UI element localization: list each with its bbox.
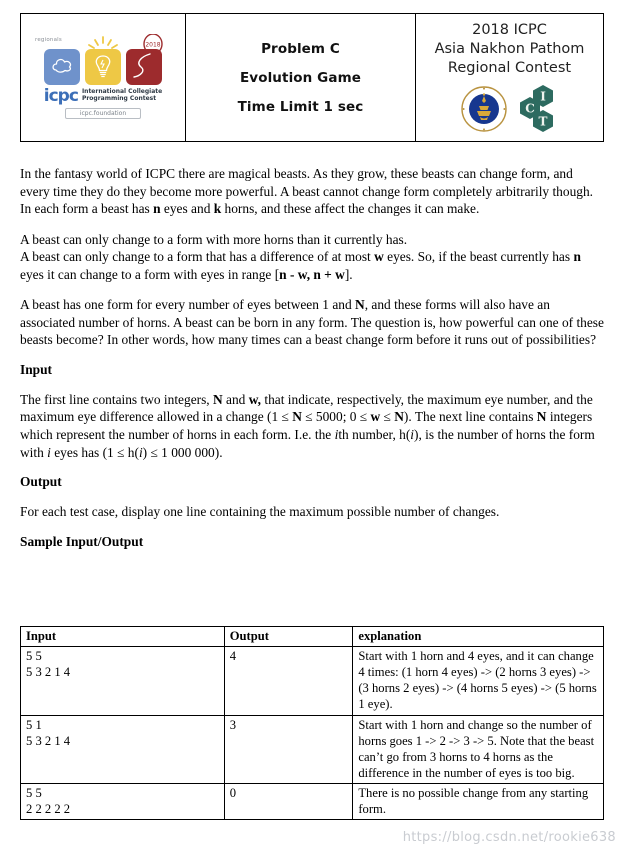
contest-title: 2018 ICPC Asia Nakhon Pathom Regional Co… [435, 21, 585, 79]
var-N: N [355, 297, 365, 313]
input-text-f: ). The next line contains [403, 409, 537, 425]
paragraph-output-spec: For each test case, display one line con… [20, 504, 500, 520]
watermark: https://blog.csdn.net/rookie638 [402, 830, 616, 845]
input-text-d: ≤ 5000; 0 ≤ [301, 409, 371, 425]
column-header-output: Output [223, 625, 354, 648]
cloud-tile [44, 48, 80, 85]
cell-output: 0 [223, 782, 354, 821]
header-contest-cell: 2018 ICPC Asia Nakhon Pathom Regional Co… [416, 14, 603, 141]
var-w: w [374, 249, 384, 265]
swirl-tile [126, 48, 162, 85]
var-w-input: w, [248, 391, 261, 407]
input-text-l: ) ≤ 1 000 000). [142, 444, 223, 460]
time-limit: Time Limit 1 sec [237, 98, 364, 115]
cell-input: 5 5 5 3 2 1 4 [20, 646, 225, 716]
section-heading-output: Output [20, 474, 62, 490]
cell-explanation: Start with 1 horn and change so the numb… [352, 714, 604, 784]
paragraph-question: A beast has one form for every number of… [20, 296, 604, 349]
sample-io-table: Input Output explanation 5 5 5 3 2 1 4 4… [20, 625, 604, 821]
balloon-string-icon [133, 52, 151, 78]
question-text-a: A beast has one form for every number of… [20, 297, 356, 313]
contest-title-line3: Regional Contest [447, 60, 572, 77]
var-n-2: n [573, 249, 581, 265]
input-text-b: and [222, 391, 249, 407]
rule-line-2a: A beast can only change to a form that h… [20, 249, 375, 265]
cell-explanation: Start with 1 horn and 4 eyes, and it can… [352, 646, 604, 716]
header-logo-cell: regionals 2018 icpc International Colleg… [21, 14, 186, 141]
input-text-e: ≤ [380, 409, 395, 425]
input-text-h: th number, h( [338, 427, 411, 443]
ict-logo-icon: I C T [519, 85, 553, 133]
cell-input: 5 5 2 2 2 2 2 [20, 782, 225, 821]
icpc-subtitle-line2: Programming Contest [81, 95, 157, 102]
table-row: 5 5 2 2 2 2 2 0 There is no possible cha… [20, 782, 604, 821]
icpc-regionals-logo: regionals 2018 icpc International Colleg… [29, 32, 177, 119]
rule-line-2c: eyes it can change to a form with eyes i… [20, 266, 280, 282]
cell-explanation: There is no possible change from any sta… [352, 782, 604, 821]
section-heading-sample: Sample Input/Output [20, 533, 144, 549]
var-n: n [153, 201, 161, 217]
svg-text:2018: 2018 [145, 41, 160, 48]
paragraph-intro: In the fantasy world of ICPC there are m… [20, 165, 604, 218]
var-w-constraint: w [370, 409, 381, 425]
university-seal-icon [460, 86, 507, 133]
input-text-k: eyes has (1 ≤ h( [50, 444, 139, 460]
column-header-input: Input [20, 625, 225, 648]
icpc-wordmark-row: icpc International Collegiate Programmin… [29, 85, 177, 106]
var-N-input: N [213, 391, 223, 407]
var-N-constraint-2: N [394, 409, 404, 425]
cell-output: 3 [223, 714, 354, 784]
bulb-tile [85, 48, 121, 85]
input-text-a: The first line contains two integers, [20, 391, 214, 407]
icpc-foundation-badge: icpc.foundation [65, 107, 141, 119]
contest-title-line1: 2018 ICPC [472, 21, 547, 38]
problem-statement: In the fantasy world of ICPC there are m… [20, 165, 604, 563]
table-row: 5 1 5 3 2 1 4 3 Start with 1 horn and ch… [20, 714, 604, 784]
contest-title-line2: Asia Nakhon Pathom [434, 40, 585, 57]
problem-title: Evolution Game [239, 69, 361, 86]
rule-line-1: A beast can only change to a form with m… [20, 231, 408, 247]
eye-range: n - w, n + w [279, 266, 345, 282]
paragraph-input-spec: The first line contains two integers, N … [20, 391, 604, 461]
lightbulb-icon [95, 54, 111, 77]
header-problem-cell: Problem C Evolution Game Time Limit 1 se… [186, 14, 416, 141]
icpc-wordmark: icpc [43, 85, 79, 106]
rule-line-2d: ]. [344, 266, 353, 282]
intro-text-b: eyes and [160, 201, 214, 217]
column-header-explanation: explanation [352, 625, 604, 648]
intro-text-c: horns, and these affect the changes it c… [221, 201, 480, 217]
svg-text:C: C [525, 102, 535, 116]
problem-id: Problem C [261, 40, 340, 57]
svg-text:T: T [538, 115, 547, 129]
table-header-row: Input Output explanation [20, 625, 604, 648]
cloud-icon [52, 58, 72, 73]
paragraph-rules: A beast can only change to a form with m… [20, 231, 604, 284]
cell-input: 5 1 5 3 2 1 4 [20, 714, 225, 784]
regionals-label: regionals [35, 36, 62, 43]
table-row: 5 5 5 3 2 1 4 4 Start with 1 horn and 4 … [20, 646, 604, 716]
contest-logos: I C T [460, 84, 559, 134]
svg-text:I: I [540, 90, 546, 104]
rule-line-2b: eyes. So, if the beast currently has [383, 249, 574, 265]
cell-output: 4 [223, 646, 354, 716]
var-N-constraint: N [292, 409, 302, 425]
section-heading-input: Input [20, 361, 53, 377]
header-table: regionals 2018 icpc International Colleg… [20, 13, 604, 142]
